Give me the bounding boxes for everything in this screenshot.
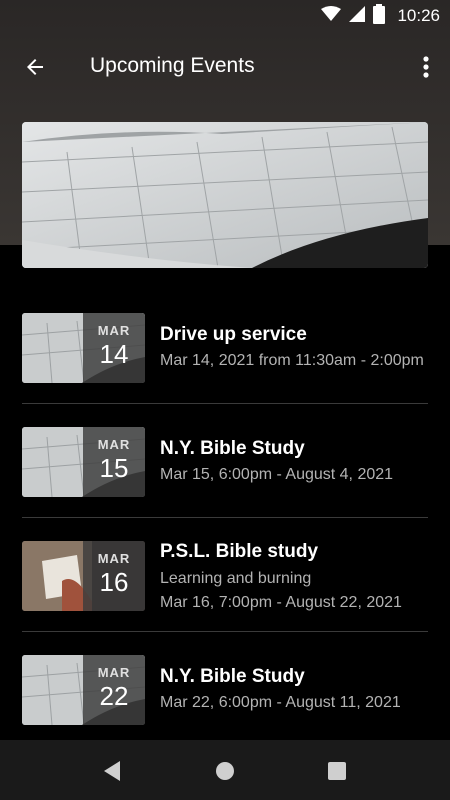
- date-day: 22: [99, 681, 129, 711]
- divider: [22, 517, 428, 518]
- event-date-range: Mar 22, 6:00pm - August 11, 2021: [160, 694, 401, 711]
- system-nav-bar: [0, 740, 450, 800]
- arrow-left-icon: [27, 59, 43, 75]
- event-description: Learning and burning: [160, 570, 312, 587]
- event-date-range: Mar 15, 6:00pm - August 4, 2021: [160, 466, 394, 483]
- divider: [22, 631, 428, 632]
- hero-image: [22, 122, 428, 268]
- circle-home-icon: [216, 762, 234, 780]
- date-day: 16: [99, 567, 129, 597]
- page-title: Upcoming Events: [90, 54, 255, 77]
- wifi-icon: [321, 5, 342, 27]
- date-month: MAR: [97, 551, 131, 566]
- date-month: MAR: [97, 323, 131, 338]
- battery-icon: [373, 3, 386, 29]
- overflow-menu-button[interactable]: [414, 50, 438, 84]
- status-time: 10:26: [397, 6, 440, 25]
- date-month: MAR: [97, 665, 131, 680]
- event-title: N.Y. Bible Study: [160, 438, 305, 459]
- event-text: P.S.L. Bible study Learning and burning …: [160, 541, 428, 612]
- nav-recents-button[interactable]: [324, 758, 350, 784]
- event-title: N.Y. Bible Study: [160, 666, 305, 687]
- date-badge: MAR 14: [83, 313, 145, 383]
- status-bar: 10:26: [0, 0, 450, 32]
- triangle-back-icon: [104, 761, 120, 781]
- event-thumbnail: MAR 15: [22, 427, 145, 497]
- date-day: 14: [99, 339, 129, 369]
- event-title: P.S.L. Bible study: [160, 541, 319, 562]
- event-text: N.Y. Bible Study Mar 22, 6:00pm - August…: [160, 666, 428, 712]
- event-text: Drive up service Mar 14, 2021 from 11:30…: [160, 324, 428, 370]
- nav-home-button[interactable]: [212, 758, 238, 784]
- event-date-range: Mar 16, 7:00pm - August 22, 2021: [160, 594, 402, 611]
- date-badge: MAR 15: [83, 427, 145, 497]
- event-text: N.Y. Bible Study Mar 15, 6:00pm - August…: [160, 438, 428, 484]
- nav-back-button[interactable]: [99, 758, 125, 784]
- event-thumbnail: MAR 16: [22, 541, 145, 611]
- event-date-range: Mar 14, 2021 from 11:30am - 2:00pm: [160, 352, 424, 369]
- date-month: MAR: [97, 437, 131, 452]
- more-vert-icon: [423, 56, 429, 78]
- event-thumbnail: MAR 14: [22, 313, 145, 383]
- square-recents-icon: [328, 762, 346, 780]
- event-title: Drive up service: [160, 324, 307, 345]
- divider: [22, 403, 428, 404]
- signal-icon: [349, 5, 366, 27]
- date-day: 15: [99, 453, 129, 483]
- date-badge: MAR 16: [83, 541, 145, 611]
- app-bar: Upcoming Events: [0, 32, 450, 100]
- back-button[interactable]: [18, 50, 52, 84]
- date-badge: MAR 22: [83, 655, 145, 725]
- event-thumbnail: MAR 22: [22, 655, 145, 725]
